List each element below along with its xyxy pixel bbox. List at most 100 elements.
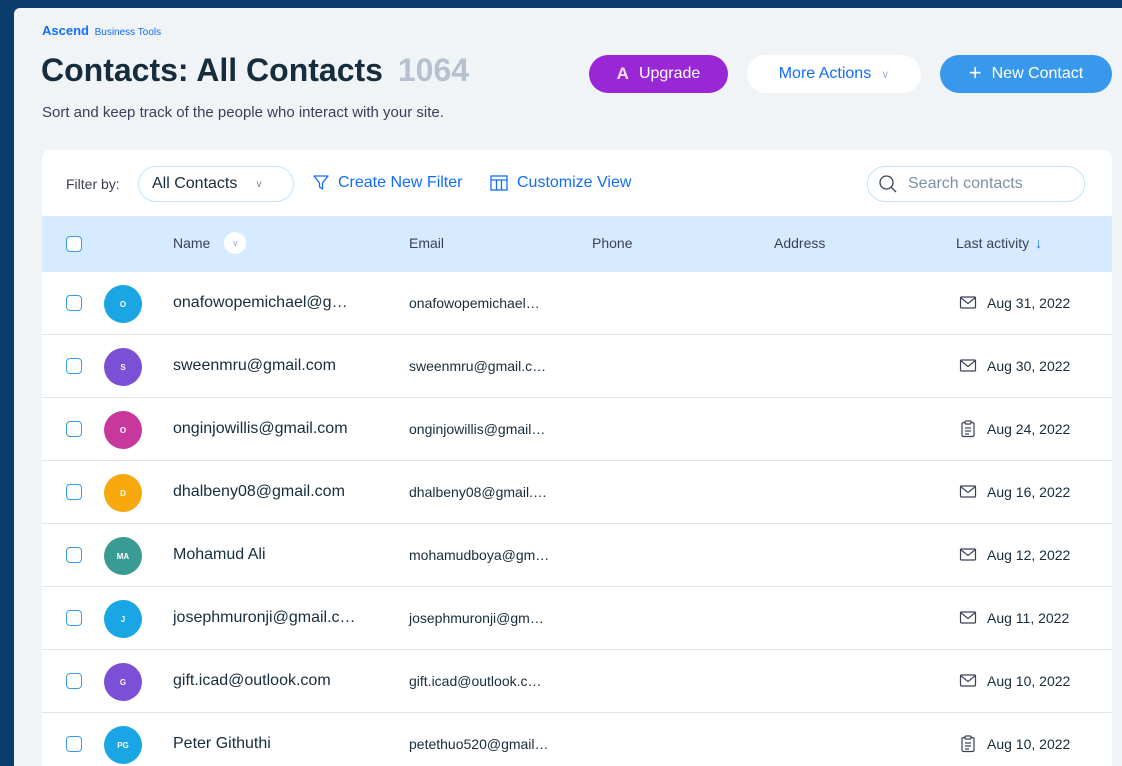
row-checkbox[interactable]: [66, 736, 82, 752]
row-checkbox[interactable]: [66, 484, 82, 500]
search-input[interactable]: [906, 174, 1070, 194]
contact-name[interactable]: onginjowillis@gmail.com: [173, 420, 348, 438]
last-activity: Aug 10, 2022: [959, 672, 1070, 690]
row-checkbox[interactable]: [66, 547, 82, 563]
table-row[interactable]: Ddhalbeny08@gmail.com dhalbeny08@gmail.… A…: [42, 461, 1112, 524]
last-activity-date: Aug 12, 2022: [987, 547, 1071, 563]
avatar[interactable]: PG: [104, 726, 142, 764]
table-row[interactable]: Ggift.icad@outlook.com gift.icad@outlook.…: [42, 650, 1112, 713]
upgrade-label: Upgrade: [638, 65, 701, 82]
new-contact-button[interactable]: + New Contact: [940, 55, 1112, 93]
last-activity-date: Aug 10, 2022: [987, 673, 1071, 689]
filter-dropdown[interactable]: All Contacts ∨: [138, 166, 294, 202]
last-activity-date: Aug 31, 2022: [987, 295, 1071, 311]
search-box: [867, 166, 1085, 202]
filter-icon: [313, 175, 329, 190]
last-activity-date: Aug 11, 2022: [987, 610, 1070, 626]
mail-icon: [959, 296, 977, 309]
upgrade-icon: A: [616, 64, 629, 83]
contacts-page: Ascend Business Tools Contacts: All Cont…: [14, 8, 1122, 766]
contact-count: 1064: [397, 52, 470, 88]
brand-name: Ascend: [42, 23, 89, 38]
last-activity: Aug 12, 2022: [959, 546, 1070, 564]
last-activity: Aug 31, 2022: [959, 294, 1070, 312]
column-header-address[interactable]: Address: [774, 235, 825, 251]
brand-logo: Ascend Business Tools: [42, 23, 161, 38]
table-header: Name ∨ Email Phone Address Last activity…: [42, 216, 1112, 272]
chevron-down-icon[interactable]: ∨: [224, 232, 247, 254]
contact-email: sweenmru@gmail.c…: [409, 358, 547, 374]
create-filter-label: Create New Filter: [338, 174, 463, 191]
search-icon: [879, 175, 897, 193]
last-activity-date: Aug 16, 2022: [987, 484, 1071, 500]
avatar[interactable]: J: [104, 600, 142, 638]
column-name-label: Name: [173, 235, 211, 252]
contact-name[interactable]: gift.icad@outlook.com: [173, 672, 331, 690]
last-activity: Aug 30, 2022: [959, 357, 1070, 375]
page-title-text: Contacts: All Contacts: [41, 52, 383, 88]
column-header-last-activity[interactable]: Last activity ↓: [956, 235, 1042, 251]
mail-icon: [959, 548, 977, 561]
avatar[interactable]: G: [104, 663, 142, 701]
avatar[interactable]: D: [104, 474, 142, 512]
upgrade-button[interactable]: A Upgrade: [589, 55, 728, 93]
avatar[interactable]: MA: [104, 537, 142, 575]
plus-icon: +: [968, 59, 982, 85]
chevron-down-icon: ∨: [255, 178, 263, 190]
avatar[interactable]: S: [104, 348, 142, 386]
contact-email: josephmuronji@gm…: [409, 610, 544, 626]
select-all-checkbox[interactable]: [66, 236, 82, 252]
table-row[interactable]: Oonafowopemichael@g… onafowopemichael… Aug…: [42, 272, 1112, 335]
mail-icon: [959, 359, 977, 372]
row-checkbox[interactable]: [66, 358, 82, 374]
last-activity-date: Aug 30, 2022: [987, 358, 1071, 374]
mail-icon: [959, 485, 977, 498]
more-actions-button[interactable]: More Actions ∨: [747, 55, 921, 93]
last-activity: Aug 24, 2022: [959, 420, 1070, 438]
column-header-email[interactable]: Email: [409, 235, 444, 251]
last-activity: Aug 10, 2022: [959, 735, 1070, 753]
table-row[interactable]: Oonginjowillis@gmail.com onginjowillis@gm…: [42, 398, 1112, 461]
table-row[interactable]: Ssweenmru@gmail.com sweenmru@gmail.c… Aug …: [42, 335, 1112, 398]
customize-view-link[interactable]: Customize View: [489, 174, 631, 192]
contact-name[interactable]: josephmuronji@gmail.c…: [173, 609, 356, 627]
avatar[interactable]: O: [104, 411, 142, 449]
row-checkbox[interactable]: [66, 421, 82, 437]
contact-name[interactable]: sweenmru@gmail.com: [173, 357, 336, 375]
contact-email: onafowopemichael…: [409, 295, 540, 311]
table-row[interactable]: Jjosephmuronji@gmail.c… josephmuronji@gm……: [42, 587, 1112, 650]
row-checkbox[interactable]: [66, 295, 82, 311]
contact-email: gift.icad@outlook.c…: [409, 673, 542, 689]
table-row[interactable]: MA Mohamud Ali mohamudboya@gm… Aug 12, 2022: [42, 524, 1112, 587]
row-checkbox[interactable]: [66, 673, 82, 689]
page-subtitle: Sort and keep track of the people who in…: [42, 104, 444, 121]
table-row[interactable]: PG Peter Githuthi petethuo520@gmail… Aug 10…: [42, 713, 1112, 766]
last-activity: Aug 11, 2022: [959, 609, 1069, 627]
contact-name[interactable]: Peter Githuthi: [173, 735, 271, 753]
create-filter-link[interactable]: Create New Filter: [312, 174, 462, 192]
clipboard-icon: [961, 735, 975, 753]
column-header-phone[interactable]: Phone: [592, 235, 632, 251]
contact-email: petethuo520@gmail…: [409, 736, 549, 752]
columns-icon: [490, 175, 508, 191]
filter-label: Filter by:: [66, 176, 120, 192]
chevron-down-icon: ∨: [881, 68, 890, 81]
customize-view-label: Customize View: [517, 174, 632, 191]
mail-icon: [959, 674, 977, 687]
contact-name[interactable]: Mohamud Ali: [173, 546, 266, 564]
contacts-table-card: Filter by: All Contacts ∨ Create New Fil…: [42, 150, 1112, 766]
last-activity-date: Aug 24, 2022: [987, 421, 1071, 437]
mail-icon: [959, 611, 977, 624]
contact-name[interactable]: dhalbeny08@gmail.com: [173, 483, 345, 501]
row-checkbox[interactable]: [66, 610, 82, 626]
contact-email: mohamudboya@gm…: [409, 547, 550, 563]
brand-sub: Business Tools: [94, 27, 162, 38]
column-header-name[interactable]: Name ∨: [173, 232, 247, 254]
filter-bar: Filter by: All Contacts ∨ Create New Fil…: [42, 150, 1112, 216]
contact-name[interactable]: onafowopemichael@g…: [173, 294, 348, 312]
contact-email: onginjowillis@gmail…: [409, 421, 546, 437]
page-title: Contacts: All Contacts 1064: [41, 52, 469, 89]
new-contact-label: New Contact: [991, 65, 1084, 82]
avatar[interactable]: O: [104, 285, 142, 323]
clipboard-icon: [961, 420, 975, 438]
